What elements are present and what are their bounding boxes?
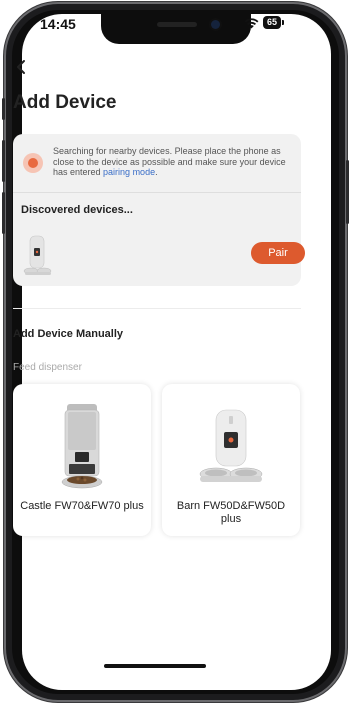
earpiece-speaker (157, 22, 197, 27)
back-arrow-icon[interactable] (14, 58, 30, 76)
wifi-icon (244, 17, 259, 28)
product-card-castle[interactable]: Castle FW70&FW70 plus (13, 384, 151, 536)
notch (101, 14, 251, 44)
discovered-feeder-image (23, 235, 52, 275)
search-instructions: Searching for nearby devices. Please pla… (53, 146, 291, 178)
add-manually-heading: Add Device Manually (13, 328, 124, 340)
search-message-end: . (155, 167, 158, 177)
battery-indicator: 65 (263, 16, 285, 29)
product-name-castle: Castle FW70&FW70 plus (20, 500, 144, 512)
home-indicator[interactable] (104, 664, 206, 668)
status-icons: 65 (244, 16, 285, 29)
pair-button[interactable]: Pair (251, 242, 305, 264)
front-camera (211, 20, 220, 29)
category-label: Feed dispenser (13, 362, 82, 373)
volume-up-button (2, 140, 5, 182)
device-search-card: Searching for nearby devices. Please pla… (13, 134, 305, 286)
volume-down-button (2, 192, 5, 234)
barn-feeder-image (199, 409, 263, 482)
pairing-mode-link[interactable]: pairing mode (103, 167, 155, 177)
app-screen (22, 14, 331, 690)
search-message: Searching for nearby devices. Please pla… (53, 146, 286, 177)
page-title: Add Device (13, 92, 117, 113)
status-time: 14:45 (40, 16, 76, 32)
searching-pulse-icon (23, 153, 43, 173)
silent-switch (2, 98, 5, 120)
card-divider (13, 192, 301, 193)
product-name-barn: Barn FW50D&FW50D plus (176, 500, 286, 525)
power-button (346, 160, 349, 224)
product-card-barn[interactable]: Barn FW50D&FW50D plus (162, 384, 300, 536)
castle-feeder-image (61, 404, 103, 489)
section-divider (13, 308, 301, 309)
discovered-devices-label: Discovered devices... (21, 204, 133, 216)
